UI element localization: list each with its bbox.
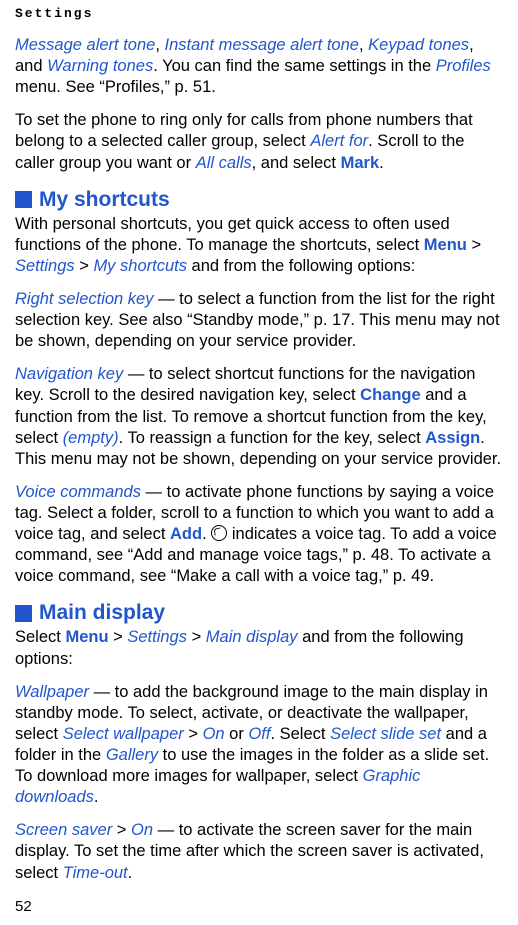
text: > (109, 628, 128, 646)
text-select-wallpaper: Select wallpaper (63, 725, 184, 743)
text-all-calls: All calls (196, 154, 252, 172)
text-voice-commands: Voice commands (15, 483, 141, 501)
text: > (467, 236, 481, 254)
text-screen-saver: Screen saver (15, 821, 112, 839)
text: and from the following options: (187, 257, 415, 275)
paragraph-navigation-key: Navigation key — to select shortcut func… (15, 364, 503, 470)
page-number: 52 (15, 898, 32, 915)
paragraph-wallpaper: Wallpaper — to add the background image … (15, 682, 503, 809)
paragraph-alert-for: To set the phone to ring only for calls … (15, 110, 503, 173)
paragraph-screen-saver: Screen saver > On — to activate the scre… (15, 820, 503, 883)
text: , (155, 36, 164, 54)
text: Select (15, 628, 65, 646)
text: menu. See “Profiles,” p. 51. (15, 78, 216, 96)
text: . (128, 864, 133, 882)
section-heading-main-display: Main display (15, 601, 503, 625)
text: . You can find the same settings in the (153, 57, 436, 75)
text: or (225, 725, 249, 743)
paragraph-voice-commands: Voice commands — to activate phone funct… (15, 482, 503, 588)
voice-tag-icon (211, 525, 227, 541)
text-settings: Settings (15, 257, 75, 275)
text-main-display: Main display (206, 628, 298, 646)
square-bullet-icon (15, 605, 32, 622)
text: . Select (270, 725, 330, 743)
text-instant-message-alert-tone: Instant message alert tone (165, 36, 359, 54)
section-title: My shortcuts (39, 188, 170, 212)
text: > (75, 257, 94, 275)
text-gallery: Gallery (106, 746, 158, 764)
text: . (94, 788, 99, 806)
text-menu: Menu (65, 628, 108, 646)
text-on: On (131, 821, 153, 839)
section-heading-my-shortcuts: My shortcuts (15, 188, 503, 212)
text-alert-for: Alert for (310, 132, 368, 150)
text-profiles: Profiles (436, 57, 491, 75)
text-wallpaper: Wallpaper (15, 683, 89, 701)
text: > (187, 628, 206, 646)
text: . (202, 525, 211, 543)
text: , (359, 36, 368, 54)
text-my-shortcuts: My shortcuts (93, 257, 187, 275)
paragraph-tone-settings: Message alert tone, Instant message aler… (15, 35, 503, 98)
text-navigation-key: Navigation key (15, 365, 123, 383)
text-add: Add (170, 525, 202, 543)
text: , and select (252, 154, 341, 172)
text: . (379, 154, 384, 172)
paragraph-right-selection-key: Right selection key — to select a functi… (15, 289, 503, 352)
text-change: Change (360, 386, 421, 404)
text-on: On (203, 725, 225, 743)
text-select-slide-set: Select slide set (330, 725, 441, 743)
paragraph-shortcuts-intro: With personal shortcuts, you get quick a… (15, 214, 503, 277)
text: With personal shortcuts, you get quick a… (15, 215, 450, 254)
text: > (184, 725, 203, 743)
text-off: Off (248, 725, 270, 743)
page-header: Settings (15, 0, 503, 35)
text-mark: Mark (341, 154, 380, 172)
text-empty: (empty) (63, 429, 119, 447)
text-time-out: Time-out (63, 864, 128, 882)
text-right-selection-key: Right selection key (15, 290, 154, 308)
square-bullet-icon (15, 191, 32, 208)
text-assign: Assign (425, 429, 480, 447)
text-message-alert-tone: Message alert tone (15, 36, 155, 54)
text-menu: Menu (424, 236, 467, 254)
paragraph-main-display-intro: Select Menu > Settings > Main display an… (15, 627, 503, 669)
text-keypad-tones: Keypad tones (368, 36, 469, 54)
section-title: Main display (39, 601, 165, 625)
text-settings: Settings (127, 628, 187, 646)
text-warning-tones: Warning tones (47, 57, 153, 75)
text: . To reassign a function for the key, se… (119, 429, 426, 447)
text: > (112, 821, 131, 839)
